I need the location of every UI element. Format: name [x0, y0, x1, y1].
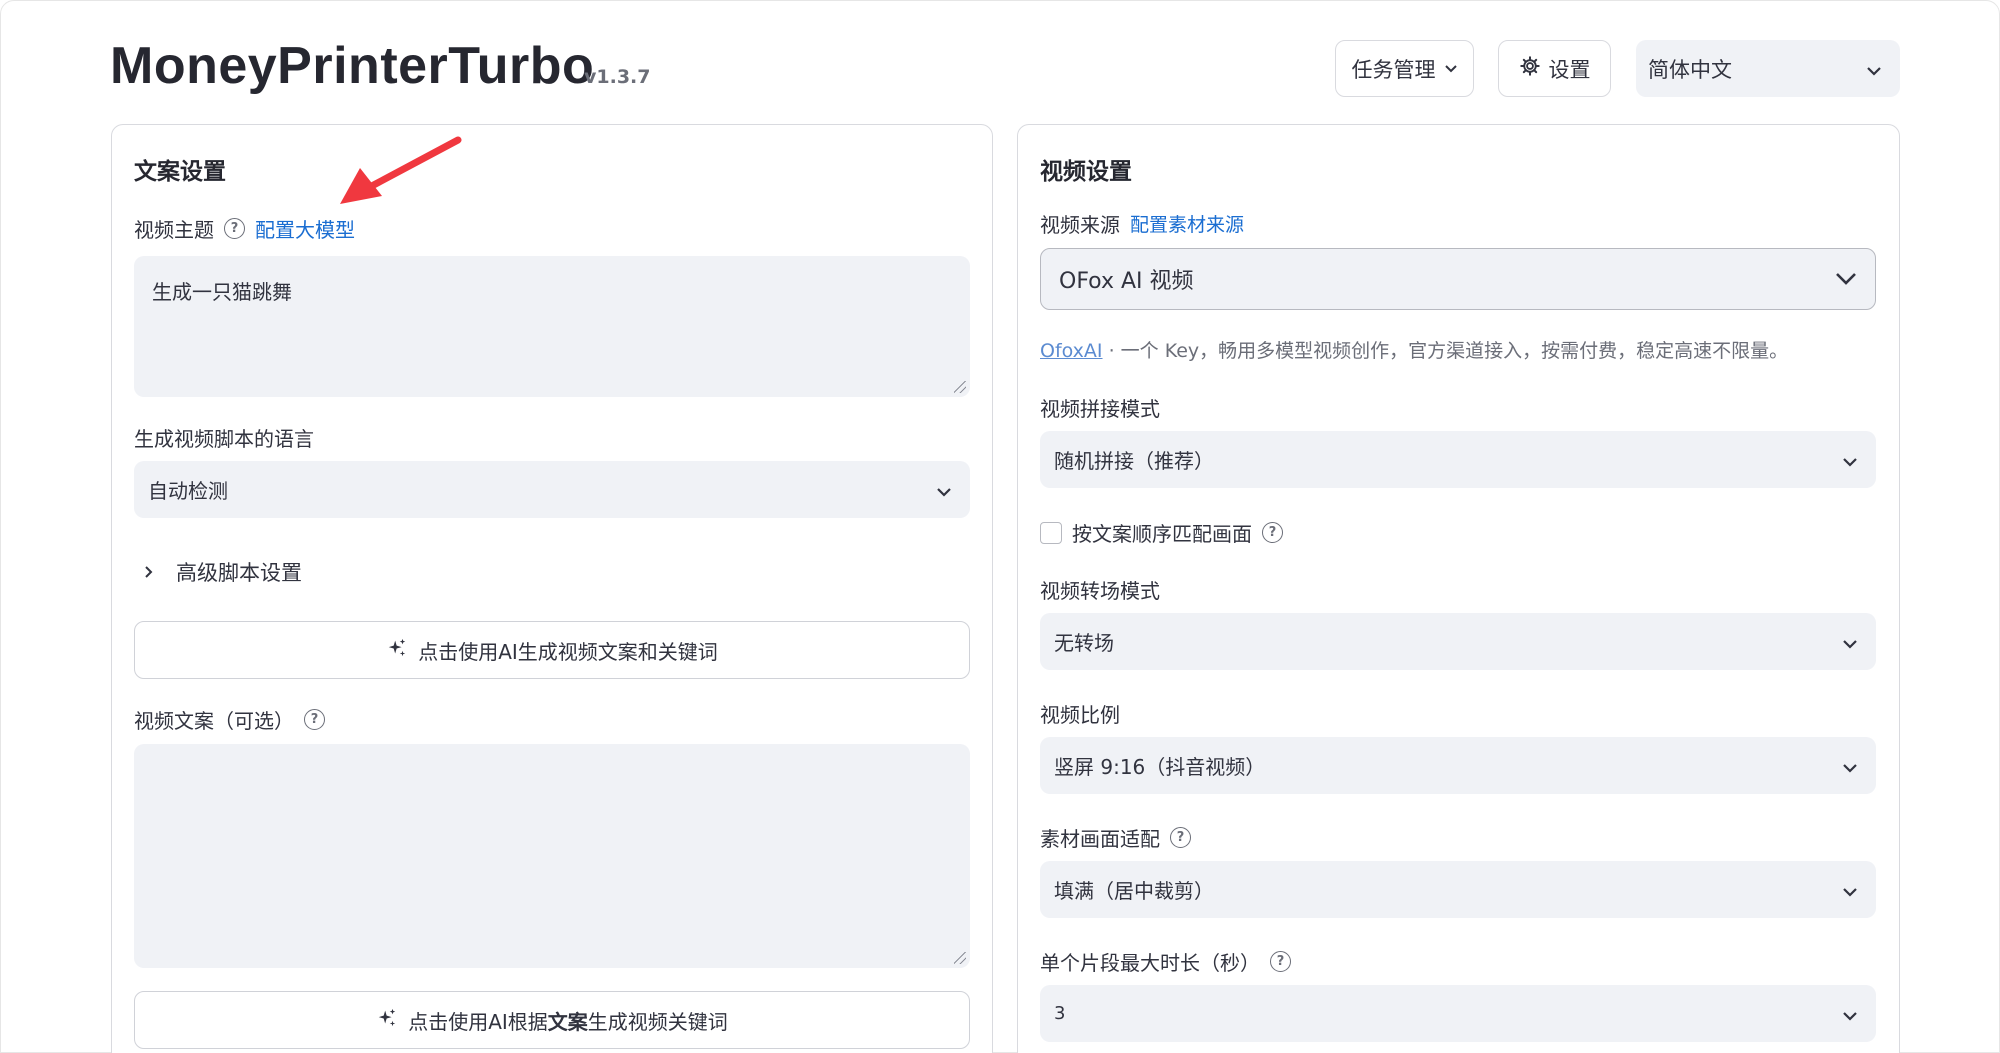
match-order-row: 按文案顺序匹配画面 ?: [1040, 518, 1283, 547]
clip-duration-label-row: 单个片段最大时长（秒） ?: [1040, 947, 1291, 976]
video-source-value: OFox AI 视频: [1059, 269, 1194, 294]
script-settings-title: 文案设置: [134, 159, 226, 185]
gear-icon: [1519, 55, 1541, 82]
concat-mode-value: 随机拼接（推荐）: [1054, 449, 1214, 473]
settings-label: 设置: [1548, 57, 1591, 82]
generate-terms-prefix: 点击使用AI根据: [408, 1009, 548, 1034]
language-select-value: 简体中文: [1648, 57, 1732, 82]
video-source-select[interactable]: OFox AI 视频: [1040, 248, 1876, 310]
aspect-ratio-label: 视频比例: [1040, 703, 1120, 727]
chevron-down-icon: [1842, 1002, 1858, 1026]
video-settings-panel: 视频设置 视频来源 配置素材来源 OFox AI 视频 OfoxAI · 一个 …: [1017, 124, 1900, 1053]
transition-mode-value: 无转场: [1054, 631, 1114, 655]
script-textarea[interactable]: [134, 744, 970, 968]
aspect-ratio-value: 竖屏 9:16（抖音视频）: [1054, 755, 1266, 779]
subject-textarea[interactable]: 生成一只猫跳舞: [134, 256, 970, 397]
resize-grip-icon[interactable]: [954, 952, 966, 964]
script-language-select[interactable]: 自动检测: [134, 461, 970, 518]
script-settings-panel: 文案设置 视频主题 ? 配置大模型 生成一只猫跳舞 生成视频脚本的语言 自动检测…: [111, 124, 993, 1053]
script-language-label: 生成视频脚本的语言: [134, 427, 314, 451]
chevron-down-icon: [1866, 57, 1882, 81]
clip-duration-label: 单个片段最大时长（秒）: [1040, 951, 1260, 975]
app-version: v1.3.7: [584, 66, 651, 88]
help-icon[interactable]: ?: [1270, 951, 1291, 972]
generate-terms-button[interactable]: 点击使用AI根据文案生成视频关键词: [134, 991, 970, 1049]
chevron-down-icon: [936, 478, 952, 502]
annotation-arrow-icon: [340, 136, 462, 204]
help-icon[interactable]: ?: [1170, 827, 1191, 848]
fit-mode-value: 填满（居中裁剪）: [1054, 879, 1214, 903]
video-source-caption: OfoxAI · 一个 Key，畅用多模型视频创作，官方渠道接入，按需付费，稳定…: [1040, 336, 1788, 363]
generate-terms-suffix: 生成视频关键词: [587, 1009, 728, 1034]
resize-grip-icon[interactable]: [954, 381, 966, 393]
chevron-down-icon: [1842, 878, 1858, 902]
sparkle-icon: [386, 637, 408, 664]
fit-mode-label: 素材画面适配: [1040, 827, 1160, 851]
clip-duration-select[interactable]: 3: [1040, 985, 1876, 1042]
fit-mode-select[interactable]: 填满（居中裁剪）: [1040, 861, 1876, 918]
transition-mode-label: 视频转场模式: [1040, 579, 1160, 603]
generate-terms-label: 点击使用AI根据文案生成视频关键词: [408, 1006, 728, 1035]
subject-label-row: 视频主题 ? 配置大模型: [134, 214, 355, 243]
advanced-script-expander[interactable]: 高级脚本设置: [144, 557, 302, 587]
chevron-down-icon: [1835, 267, 1857, 292]
script-label-row: 视频文案（可选） ?: [134, 705, 325, 734]
match-order-label: 按文案顺序匹配画面: [1072, 522, 1252, 546]
chevron-right-icon: [144, 560, 154, 584]
script-label: 视频文案（可选）: [134, 709, 294, 733]
concat-mode-select[interactable]: 随机拼接（推荐）: [1040, 431, 1876, 488]
help-icon[interactable]: ?: [304, 709, 325, 730]
fit-mode-label-row: 素材画面适配 ?: [1040, 823, 1191, 852]
video-settings-title: 视频设置: [1040, 159, 1132, 185]
chevron-down-icon: [1842, 630, 1858, 654]
clip-duration-value: 3: [1054, 1003, 1066, 1024]
configure-source-link[interactable]: 配置素材来源: [1130, 210, 1244, 237]
help-icon[interactable]: ?: [224, 218, 245, 239]
app-title: MoneyPrinterTurbo: [110, 37, 595, 95]
video-source-caption-text: · 一个 Key，畅用多模型视频创作，官方渠道接入，按需付费，稳定高速不限量。: [1102, 340, 1789, 362]
advanced-script-label: 高级脚本设置: [176, 561, 302, 585]
generate-script-button[interactable]: 点击使用AI生成视频文案和关键词: [134, 621, 970, 679]
task-management-button[interactable]: 任务管理: [1335, 40, 1474, 97]
task-management-label: 任务管理: [1351, 57, 1436, 82]
chevron-down-icon: [1842, 448, 1858, 472]
script-language-value: 自动检测: [148, 479, 228, 503]
settings-button[interactable]: 设置: [1498, 40, 1611, 97]
subject-value: 生成一只猫跳舞: [152, 280, 292, 304]
chevron-down-icon: [1842, 754, 1858, 778]
language-select[interactable]: 简体中文: [1636, 40, 1900, 97]
video-source-label-row: 视频来源 配置素材来源: [1040, 209, 1244, 238]
subject-label: 视频主题: [134, 218, 214, 242]
match-order-checkbox[interactable]: [1040, 521, 1062, 544]
ofoxai-link[interactable]: OfoxAI: [1040, 340, 1103, 362]
video-source-label: 视频来源: [1040, 213, 1120, 237]
sparkle-icon: [376, 1007, 398, 1034]
configure-llm-link[interactable]: 配置大模型: [255, 214, 355, 243]
chevron-down-icon: [1444, 59, 1458, 78]
help-icon[interactable]: ?: [1262, 522, 1283, 543]
transition-mode-select[interactable]: 无转场: [1040, 613, 1876, 670]
generate-terms-bold: 文案: [547, 1009, 588, 1034]
aspect-ratio-select[interactable]: 竖屏 9:16（抖音视频）: [1040, 737, 1876, 794]
concat-mode-label: 视频拼接模式: [1040, 397, 1160, 421]
generate-script-label: 点击使用AI生成视频文案和关键词: [418, 639, 718, 664]
